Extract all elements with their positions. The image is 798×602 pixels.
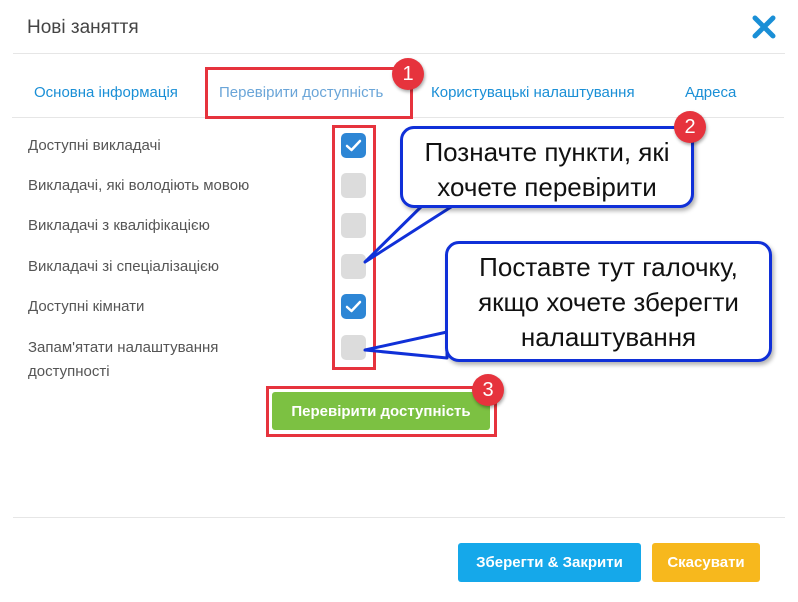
annotation-highlight-checkboxes [332, 125, 376, 370]
option-label-teachers-language: Викладачі, які володіють мовою [28, 177, 250, 194]
footer-divider [13, 517, 785, 518]
callout-mark-items: Позначте пункти, які хочете перевірити [400, 126, 694, 208]
option-label-remember-settings-line2: доступності [28, 363, 110, 380]
callout-mark-items-line2: хочете перевірити [437, 172, 657, 202]
callout-save-settings-line3: налаштування [520, 322, 697, 352]
annotation-highlight-button [266, 386, 497, 437]
option-label-teachers-qualification: Викладачі з кваліфікацією [28, 217, 210, 234]
close-icon[interactable] [750, 13, 778, 41]
tab-basic-info[interactable]: Основна інформація [34, 84, 178, 101]
header-divider [13, 53, 785, 54]
callout-mark-items-line1: Позначте пункти, які [424, 137, 670, 167]
tab-address[interactable]: Адреса [685, 84, 736, 101]
cancel-button[interactable]: Скасувати [652, 543, 760, 582]
save-close-button[interactable]: Зберегти & Закрити [458, 543, 641, 582]
callout-save-settings: Поставте тут галочку, якщо хочете зберег… [445, 241, 772, 362]
annotation-badge-1: 1 [392, 58, 424, 90]
annotation-highlight-tab [205, 67, 413, 119]
dialog-title: Нові заняття [27, 17, 139, 38]
option-label-available-rooms: Доступні кімнати [28, 298, 145, 315]
tab-custom-settings[interactable]: Користувацькі налаштування [431, 84, 635, 101]
annotation-badge-2: 2 [674, 111, 706, 143]
option-label-teachers-specialization: Викладачі зі спеціалізацією [28, 258, 220, 275]
callout-save-settings-line1: Поставте тут галочку, [479, 252, 738, 282]
annotation-badge-3: 3 [472, 374, 504, 406]
callout-save-settings-line2: якщо хочете зберегти [478, 287, 739, 317]
option-label-available-teachers: Доступні викладачі [28, 137, 161, 154]
option-label-remember-settings-line1: Запам'ятати налаштування [28, 339, 219, 356]
